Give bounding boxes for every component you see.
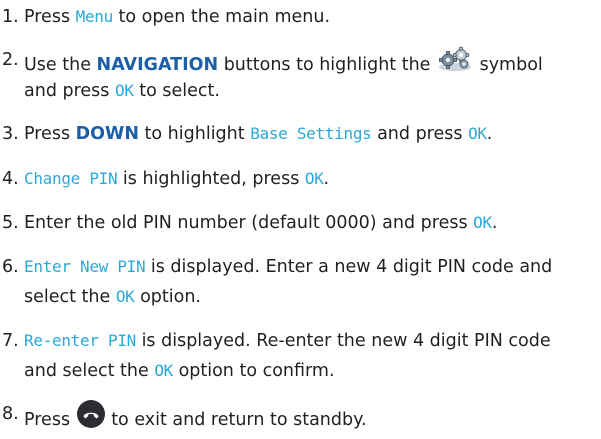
- step-text: Change PIN is highlighted, press OK.: [24, 166, 329, 192]
- text-segment: .: [486, 124, 493, 144]
- step-text: select the OK option.: [24, 284, 201, 310]
- step-text: Press DOWN to highlight Base Settings an…: [24, 121, 492, 147]
- text-segment: Use the: [24, 55, 97, 75]
- display-text: OK: [468, 124, 487, 143]
- text-segment: .: [491, 213, 498, 233]
- text-segment: is displayed. Enter a new 4 digit PIN co…: [145, 257, 553, 277]
- step-text: and select the OK option to confirm.: [24, 358, 335, 384]
- step-number: 1.: [2, 7, 19, 27]
- display-text: OK: [304, 169, 324, 188]
- text-segment: option to confirm.: [173, 361, 335, 381]
- end-call-icon: [76, 399, 106, 437]
- text-segment: to highlight: [138, 124, 251, 144]
- text-segment: Press: [24, 7, 76, 27]
- step-text: Re-enter PIN is displayed. Re-enter the …: [24, 328, 551, 354]
- step-number: 6.: [2, 257, 19, 277]
- display-text: OK: [473, 213, 492, 232]
- settings-gear-icon: [436, 45, 474, 81]
- display-text: Menu: [75, 7, 114, 26]
- text-segment: is highlighted, press: [117, 169, 305, 189]
- text-segment: and select the: [24, 361, 155, 381]
- text-segment: symbol: [474, 55, 543, 75]
- step-text: Enter New PIN is displayed. Enter a new …: [24, 254, 552, 280]
- text-segment: option.: [134, 287, 201, 307]
- display-text: OK: [154, 361, 173, 380]
- display-text: Enter New PIN: [24, 257, 146, 276]
- step-number: 8.: [2, 404, 19, 424]
- display-text: OK: [115, 287, 135, 306]
- step-number: 7.: [2, 331, 19, 351]
- instruction-steps: 1. Press Menu to open the main menu. 2. Use…: [0, 0, 601, 430]
- step-number: 2.: [2, 50, 19, 70]
- text-segment: and press: [24, 81, 115, 101]
- text-segment: Press: [24, 124, 76, 144]
- text-segment: Press: [24, 410, 76, 430]
- step-text: Press Menu to open the main menu.: [24, 4, 330, 30]
- step-text: and press OK to select.: [24, 78, 220, 104]
- display-text: Change PIN: [24, 169, 118, 188]
- text-segment: is displayed. Re-enter the new 4 digit P…: [136, 331, 551, 351]
- step-text: Enter the old PIN number (default 0000) …: [24, 210, 497, 236]
- text-segment: to open the main menu.: [112, 7, 331, 27]
- text-segment: to select.: [133, 81, 220, 101]
- text-segment: .: [323, 169, 330, 189]
- display-text: Base Settings: [250, 124, 372, 143]
- text-segment: to exit and return to standby.: [105, 410, 367, 430]
- step-number: 5.: [2, 213, 19, 233]
- display-text: Re-enter PIN: [24, 331, 136, 350]
- key-name: NAVIGATION: [96, 55, 219, 75]
- text-segment: buttons to highlight the: [218, 55, 437, 75]
- step-number: 4.: [2, 169, 19, 189]
- key-name: DOWN: [75, 124, 139, 144]
- text-segment: and press: [371, 124, 469, 144]
- text-segment: Enter the old PIN number (default 0000) …: [24, 213, 474, 233]
- display-text: OK: [114, 81, 134, 100]
- step-number: 3.: [2, 124, 19, 144]
- text-segment: select the: [24, 287, 116, 307]
- step-text: Press to exit and return to standby.: [24, 399, 367, 439]
